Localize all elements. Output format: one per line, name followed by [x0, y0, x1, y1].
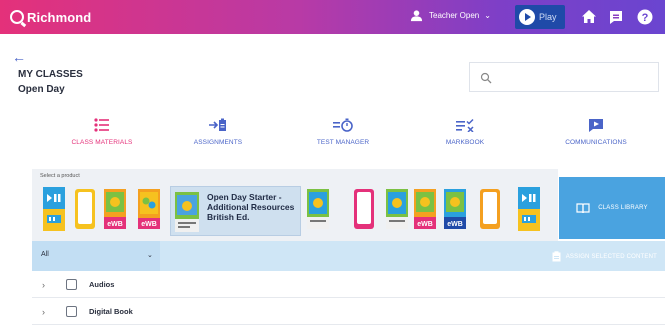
class-materials-icon: [94, 118, 109, 132]
product-selector-label: Select a product: [40, 173, 80, 179]
chevron-down-icon: ⌄: [484, 11, 491, 20]
orange-frame-cover-icon: [480, 189, 500, 229]
search-input[interactable]: [494, 69, 654, 85]
ewb-label: eWB: [417, 221, 433, 228]
product-thumb-cover-2[interactable]: [386, 187, 408, 231]
test-manager-icon: [333, 118, 353, 132]
ewb-label: eWB: [107, 221, 123, 228]
book-cover-icon: [386, 189, 408, 229]
home-icon[interactable]: [580, 8, 598, 26]
row-checkbox[interactable]: [66, 306, 77, 317]
tab-markbook-label: MARKBOOK: [445, 139, 485, 146]
ewb-cover-icon: eWB: [414, 189, 436, 229]
tab-communications-label: COMMUNICATIONS: [565, 139, 627, 146]
search-icon: [480, 72, 492, 84]
ewb-label: eWB: [141, 221, 157, 228]
ewb-cover-icon: eWB: [444, 189, 466, 229]
list-item-audios[interactable]: › Audios: [32, 272, 665, 298]
product-thumb-cover-0[interactable]: eWB: [138, 187, 160, 231]
play-label: Play: [539, 12, 557, 22]
media-cover-icon: [43, 187, 65, 231]
selected-product[interactable]: Open Day Starter - Additional Resources …: [170, 186, 301, 236]
class-name: Open Day: [18, 84, 65, 95]
class-library-button[interactable]: CLASS LIBRARY: [559, 177, 665, 239]
assign-selected-label: ASSIGN SELECTED CONTENT: [565, 253, 657, 260]
product-thumb-media-1[interactable]: [43, 187, 65, 231]
book-cover-icon: [307, 189, 329, 229]
assign-selected-button[interactable]: ASSIGN SELECTED CONTENT: [552, 251, 657, 262]
tab-assignments-label: ASSIGNMENTS: [193, 139, 243, 146]
product-thumb-cover-1b[interactable]: [327, 187, 349, 231]
back-arrow-icon[interactable]: ←: [12, 50, 26, 64]
tab-test-manager-label: TEST MANAGER: [316, 139, 370, 146]
product-thumb-pink-frame[interactable]: [353, 187, 375, 231]
page-title: MY CLASSES: [18, 69, 83, 80]
user-icon: [410, 10, 423, 22]
richmond-logo[interactable]: Richmond: [10, 10, 91, 25]
book-cover-icon: [327, 187, 349, 231]
chevron-right-icon[interactable]: ›: [42, 280, 56, 290]
list-item-digital-book[interactable]: › Digital Book: [32, 299, 665, 325]
product-thumb-ewb-1[interactable]: eWB: [104, 187, 126, 231]
logo-text: Richmond: [27, 9, 92, 25]
product-thumb-ewb-3[interactable]: eWB: [444, 187, 466, 231]
assignments-icon: [209, 118, 226, 131]
book-cover-icon: eWB: [138, 189, 160, 229]
top-bar: Richmond Teacher Open ⌄ Play ?: [0, 0, 665, 34]
tab-communications[interactable]: COMMUNICATIONS: [541, 118, 651, 146]
clipboard-icon: [552, 251, 561, 262]
logo-mark-icon: [10, 10, 24, 24]
markbook-icon: [456, 118, 474, 132]
product-thumb-ewb-2[interactable]: eWB: [414, 187, 436, 231]
ewb-label: eWB: [447, 221, 463, 228]
selected-product-cover-icon: [175, 192, 199, 232]
media-cover-icon: [518, 187, 540, 231]
row-checkbox[interactable]: [66, 279, 77, 290]
tab-class-materials[interactable]: CLASS MATERIALS: [47, 118, 157, 146]
messages-icon[interactable]: [607, 8, 625, 26]
list-item-label: Digital Book: [89, 307, 133, 316]
user-name: Teacher Open: [429, 11, 480, 20]
play-icon: [519, 9, 535, 25]
communications-icon: [589, 119, 603, 132]
filter-value: All: [41, 251, 49, 258]
svg-text:?: ?: [642, 12, 649, 24]
filter-bar: All ⌄ ASSIGN SELECTED CONTENT: [32, 241, 665, 271]
chevron-down-icon: ⌄: [147, 252, 153, 259]
tab-test-manager[interactable]: TEST MANAGER: [288, 118, 398, 146]
search-box: [469, 62, 659, 92]
product-thumb-cover-1[interactable]: [307, 187, 329, 231]
class-library-label: CLASS LIBRARY: [598, 205, 648, 211]
selected-product-title: Open Day Starter - Additional Resources …: [207, 192, 295, 222]
content-filter-select[interactable]: All ⌄: [32, 241, 160, 271]
book-open-icon: [576, 202, 590, 213]
product-thumb-media-2[interactable]: [518, 187, 540, 231]
chevron-right-icon[interactable]: ›: [42, 307, 56, 317]
tab-class-materials-label: CLASS MATERIALS: [71, 139, 133, 146]
ewb-cover-icon: eWB: [104, 189, 126, 229]
yellow-frame-cover-icon: [75, 189, 95, 229]
play-button[interactable]: Play: [515, 5, 565, 29]
list-item-label: Audios: [89, 280, 115, 289]
help-icon[interactable]: ?: [636, 8, 654, 26]
app-frame: Richmond Teacher Open ⌄ Play ? ← MY CLAS…: [0, 0, 665, 334]
user-menu[interactable]: Teacher Open ⌄: [410, 9, 491, 22]
product-thumb-yellow-frame-1[interactable]: [74, 187, 96, 231]
pink-frame-cover-icon: [354, 189, 374, 229]
tab-markbook[interactable]: MARKBOOK: [410, 118, 520, 146]
product-thumb-orange-frame[interactable]: [479, 187, 501, 231]
tab-assignments[interactable]: ASSIGNMENTS: [163, 118, 273, 146]
